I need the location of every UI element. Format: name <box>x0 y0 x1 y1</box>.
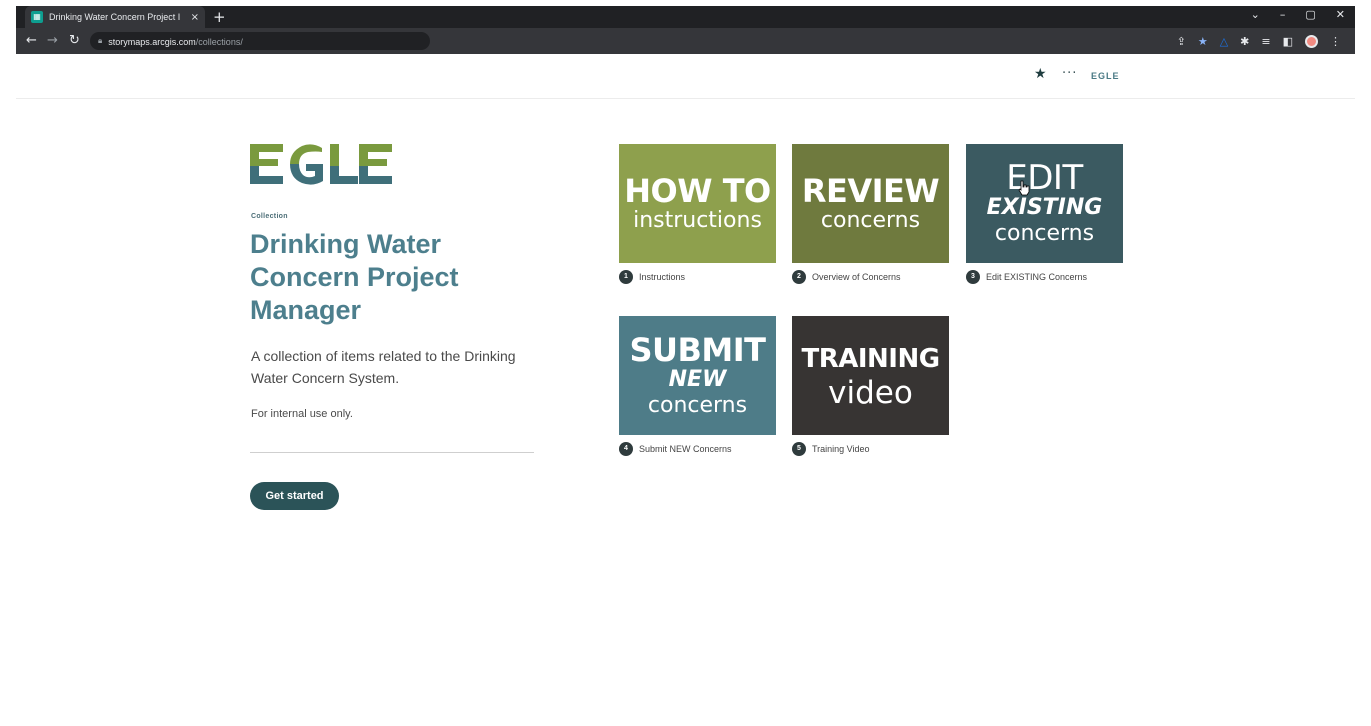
tab-title: Drinking Water Concern Project I <box>49 12 181 22</box>
item-number-badge: 4 <box>619 442 633 456</box>
tab-close-icon[interactable]: × <box>191 12 199 23</box>
header-logo[interactable]: EGLE <box>1091 71 1120 81</box>
item-caption[interactable]: Edit EXISTING Concerns <box>986 272 1087 282</box>
browser-tab-bar: ▦ Drinking Water Concern Project I × + ⌄… <box>16 6 1355 28</box>
collection-item-submit-new[interactable]: SUBMIT NEW concerns 4 Submit NEW Concern… <box>619 316 776 457</box>
item-caption[interactable]: Instructions <box>639 272 685 282</box>
egle-logo <box>250 144 392 185</box>
back-icon[interactable]: ← <box>26 28 37 54</box>
thumb-line2: instructions <box>633 207 762 233</box>
favorite-star-icon[interactable]: ★ <box>1034 66 1047 82</box>
close-window-icon[interactable]: ✕ <box>1336 6 1345 24</box>
share-icon[interactable]: ⇪ <box>1177 35 1186 48</box>
bookmark-star-icon[interactable]: ★ <box>1198 35 1208 48</box>
forward-icon[interactable]: → <box>47 28 58 54</box>
thumb-line3: concerns <box>994 220 1095 246</box>
collection-item-training-video[interactable]: TRAINING video 5 Training Video <box>792 316 949 457</box>
item-number-badge: 3 <box>966 270 980 284</box>
thumb-line2: concerns <box>820 207 921 233</box>
thumb-line1: REVIEW <box>801 171 940 210</box>
item-caption[interactable]: Submit NEW Concerns <box>639 444 732 454</box>
extension-triangle-icon[interactable]: △ <box>1220 35 1228 48</box>
reading-list-icon[interactable]: ≡ <box>1261 35 1270 48</box>
thumb-line2: NEW <box>668 366 727 392</box>
window-controls: ⌄ – ▢ ✕ <box>1251 6 1345 24</box>
browser-toolbar: ← → ↻ 🔒︎ storymaps.arcgis.com/collection… <box>16 28 1355 54</box>
collection-item-overview[interactable]: REVIEW concerns 2 Overview of Concerns <box>792 144 949 285</box>
thumb-line1: TRAINING <box>801 343 940 374</box>
item-caption[interactable]: Training Video <box>812 444 870 454</box>
thumb-line1: HOW TO <box>624 171 771 210</box>
more-options-icon[interactable]: ··· <box>1062 66 1077 81</box>
thumb-line2: video <box>828 374 913 411</box>
divider <box>250 452 534 453</box>
minimize-icon[interactable]: – <box>1280 6 1286 24</box>
tab-search-icon[interactable]: ⌄ <box>1251 6 1260 24</box>
item-number-badge: 1 <box>619 270 633 284</box>
browser-menu-icon[interactable]: ⋮ <box>1330 35 1341 48</box>
page-header: ★ ··· EGLE <box>16 54 1355 99</box>
reload-icon[interactable]: ↻ <box>69 28 80 54</box>
new-tab-button[interactable]: + <box>213 6 226 28</box>
browser-tab[interactable]: ▦ Drinking Water Concern Project I × <box>25 6 205 28</box>
browser-extension-icons: ⇪ ★ △ ✱ ≡ ◧ ⋮ <box>1177 28 1341 54</box>
collection-label: Collection <box>251 213 288 220</box>
url-path: /collections/ <box>195 37 243 47</box>
collection-item-edit-existing[interactable]: EDIT EXISTING concerns 3 Edit EXISTING C… <box>966 144 1123 285</box>
storymaps-favicon-icon: ▦ <box>31 11 43 23</box>
restore-icon[interactable]: ▢ <box>1305 6 1315 24</box>
item-number-badge: 5 <box>792 442 806 456</box>
page: ★ ··· EGLE Collection Drinking Water Con… <box>16 54 1355 726</box>
collection-description: A collection of items related to the Dri… <box>251 348 516 386</box>
hand-cursor-icon <box>1018 180 1030 196</box>
item-thumbnail[interactable]: REVIEW concerns <box>792 144 949 263</box>
item-thumbnail[interactable]: SUBMIT NEW concerns <box>619 316 776 435</box>
item-thumbnail[interactable]: EDIT EXISTING concerns <box>966 144 1123 263</box>
lock-icon: 🔒︎ <box>98 36 103 45</box>
item-thumbnail[interactable]: HOW TO instructions <box>619 144 776 263</box>
extensions-puzzle-icon[interactable]: ✱ <box>1240 35 1249 48</box>
thumb-line1: SUBMIT <box>629 330 767 369</box>
item-number-badge: 2 <box>792 270 806 284</box>
page-title: Drinking Water Concern Project Manager <box>250 229 459 325</box>
address-bar[interactable]: 🔒︎ storymaps.arcgis.com/collections/ <box>90 32 430 50</box>
item-caption[interactable]: Overview of Concerns <box>812 272 901 282</box>
url-host: storymaps.arcgis.com <box>108 37 196 47</box>
internal-use-note: For internal use only. <box>251 408 353 420</box>
get-started-button[interactable]: Get started <box>250 482 339 510</box>
thumb-line2: EXISTING <box>986 194 1103 220</box>
side-panel-icon[interactable]: ◧ <box>1283 35 1293 48</box>
collection-item-instructions[interactable]: HOW TO instructions 1 Instructions <box>619 144 776 285</box>
item-thumbnail[interactable]: TRAINING video <box>792 316 949 435</box>
profile-avatar[interactable] <box>1305 34 1318 48</box>
thumb-line3: concerns <box>647 392 748 418</box>
